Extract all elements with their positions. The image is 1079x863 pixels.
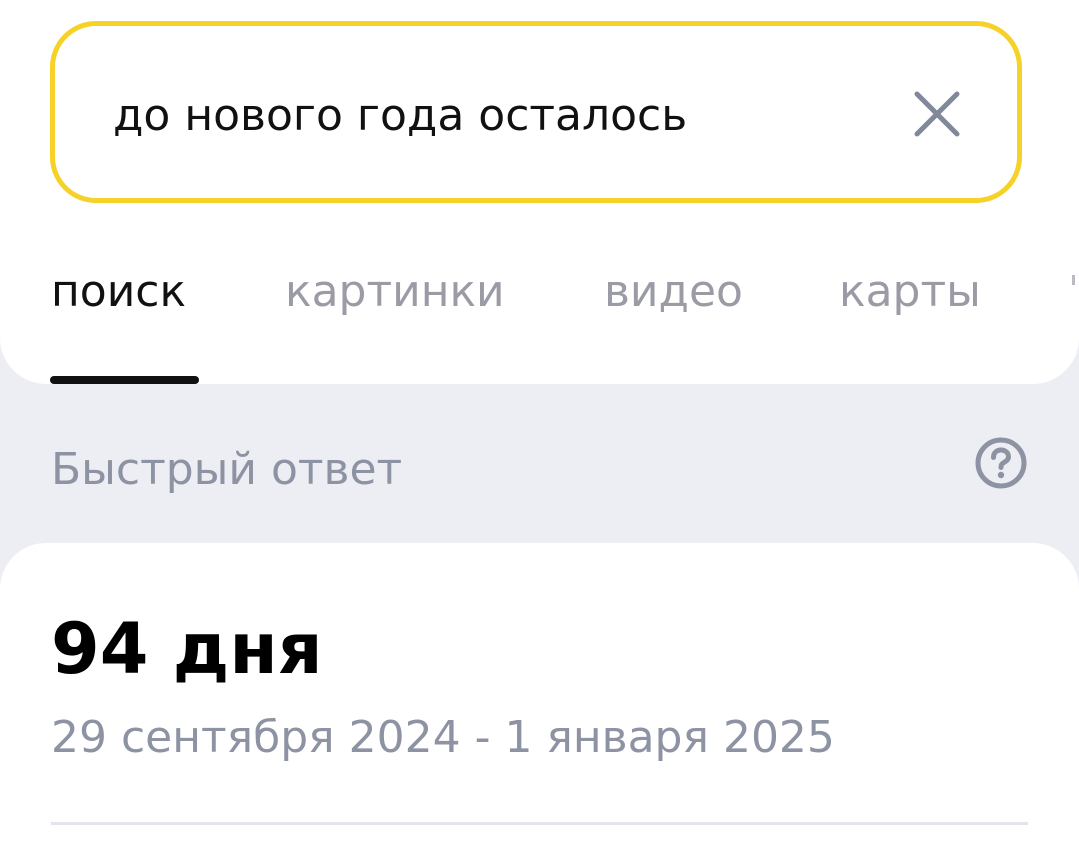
help-button[interactable] [973, 435, 1029, 491]
search-input[interactable]: до нового года осталось [113, 88, 687, 144]
tab-maps[interactable]: карты [839, 262, 981, 322]
tab-images[interactable]: картинки [285, 262, 505, 322]
tab-overflow-edge [1068, 275, 1079, 315]
clear-search-button[interactable] [911, 88, 963, 140]
answer-value: 94 дня [51, 608, 323, 690]
answer-date-range: 29 сентября 2024 - 1 января 2025 [51, 712, 835, 763]
quick-answer-card [0, 543, 1079, 863]
tab-video[interactable]: видео [604, 262, 743, 322]
search-field[interactable]: до нового года осталось [50, 21, 1022, 203]
close-icon [914, 91, 960, 137]
tab-search[interactable]: поиск [51, 262, 186, 322]
search-tabs: поиск картинки видео карты [0, 262, 1079, 332]
quick-answer-title: Быстрый ответ [51, 444, 403, 495]
question-circle-icon [975, 437, 1027, 489]
divider [51, 822, 1028, 825]
active-tab-indicator [50, 376, 199, 384]
